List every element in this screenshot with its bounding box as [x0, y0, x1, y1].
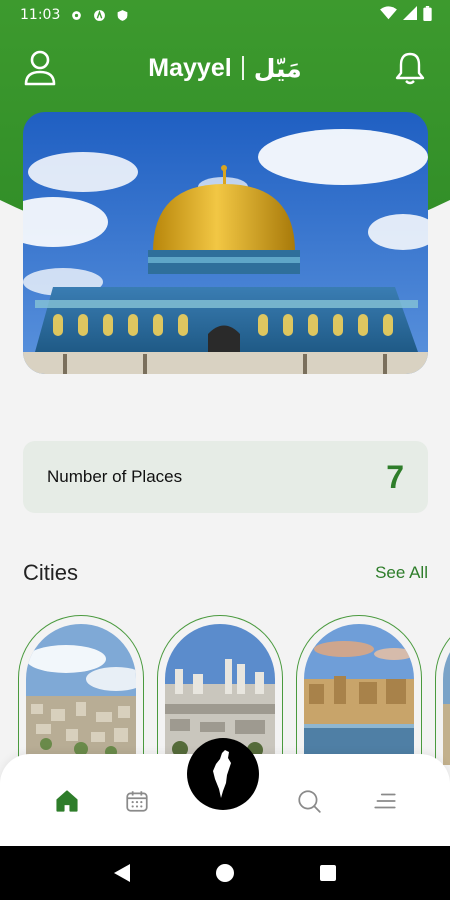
bell-icon — [395, 52, 425, 85]
system-home-button[interactable] — [213, 861, 237, 885]
places-count-card: Number of Places 7 — [23, 441, 428, 513]
shield-a-icon — [92, 8, 106, 22]
profile-button[interactable] — [22, 50, 58, 86]
dome-of-the-rock-photo — [23, 112, 428, 374]
system-recents-button[interactable] — [316, 861, 340, 885]
nav-home[interactable] — [52, 786, 82, 816]
city-photo-4 — [443, 624, 450, 765]
hero-image[interactable] — [23, 112, 428, 374]
places-count-label: Number of Places — [47, 467, 183, 486]
shield-icon — [115, 8, 129, 22]
home-icon — [56, 790, 78, 812]
home-circle-icon — [215, 864, 234, 882]
signal-icon — [403, 6, 417, 24]
places-count-value: 7 — [386, 458, 404, 495]
map-icon — [213, 750, 231, 798]
brand-name-ar: مَيّل — [253, 53, 302, 83]
app-brand: Mayyel مَيّل — [148, 54, 301, 83]
nav-calendar[interactable] — [122, 786, 152, 816]
wifi-icon — [380, 6, 397, 24]
cities-section-header: Cities See All — [23, 560, 428, 586]
menu-icon — [374, 793, 396, 809]
user-icon — [24, 50, 56, 86]
nav-search[interactable] — [294, 786, 324, 816]
calendar-icon — [126, 791, 148, 812]
settings-icon — [69, 8, 83, 22]
status-bar: 11:03 — [0, 0, 450, 30]
system-navigation-bar — [0, 846, 450, 900]
brand-divider — [241, 56, 244, 80]
map-button[interactable] — [187, 738, 259, 810]
notifications-button[interactable] — [392, 50, 428, 86]
see-all-link[interactable]: See All — [375, 563, 428, 583]
city-card[interactable] — [296, 615, 422, 765]
cities-title: Cities — [23, 560, 79, 585]
brand-name-en: Mayyel — [148, 53, 232, 82]
app-header: Mayyel مَيّل — [0, 40, 450, 96]
old-city-sea-photo-3 — [304, 624, 414, 765]
city-aerial-photo-1 — [26, 624, 136, 765]
back-icon — [113, 864, 130, 882]
recents-icon — [320, 865, 337, 881]
status-time: 11:03 — [20, 7, 61, 23]
nav-menu[interactable] — [370, 786, 400, 816]
battery-icon — [423, 5, 432, 25]
search-icon — [298, 790, 321, 813]
system-back-button[interactable] — [110, 861, 134, 885]
city-card[interactable] — [435, 615, 450, 765]
city-card[interactable] — [18, 615, 144, 765]
